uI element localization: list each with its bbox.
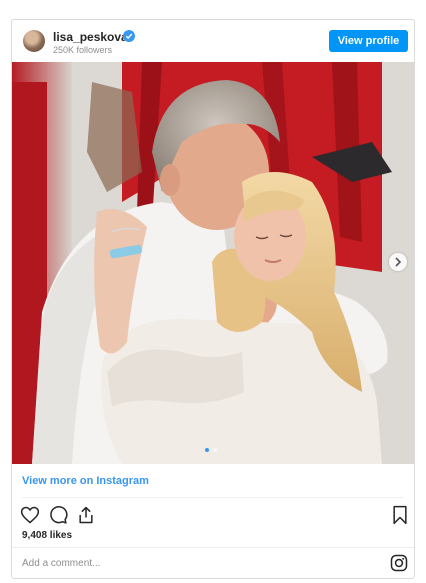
next-slide-button[interactable] (389, 253, 407, 271)
bookmark-icon[interactable] (390, 505, 410, 525)
divider (12, 547, 414, 548)
view-profile-button[interactable]: View profile (329, 30, 408, 52)
instagram-embed-card: lisa_peskova 250K followers View profile (11, 19, 415, 579)
instagram-logo-icon[interactable] (390, 554, 408, 572)
verified-badge-icon (123, 30, 135, 42)
comment-input[interactable]: Add a comment... (22, 558, 100, 569)
comment-icon[interactable] (48, 505, 68, 525)
carousel-indicator (205, 448, 217, 452)
share-icon[interactable] (76, 505, 96, 525)
action-bar (20, 505, 410, 527)
carousel-dot-2 (213, 448, 217, 452)
photo-illustration (12, 62, 414, 464)
chevron-right-icon (395, 257, 402, 267)
follower-count: 250K followers (53, 45, 113, 55)
avatar[interactable] (23, 30, 45, 52)
post-header: lisa_peskova 250K followers View profile (12, 20, 414, 62)
view-more-link[interactable]: View more on Instagram (22, 475, 149, 487)
heart-icon[interactable] (20, 505, 40, 525)
divider (22, 497, 404, 498)
carousel-dot-1 (205, 448, 209, 452)
like-count[interactable]: 9,408 likes (22, 530, 72, 541)
username[interactable]: lisa_peskova (53, 30, 128, 44)
post-photo[interactable] (12, 62, 414, 464)
